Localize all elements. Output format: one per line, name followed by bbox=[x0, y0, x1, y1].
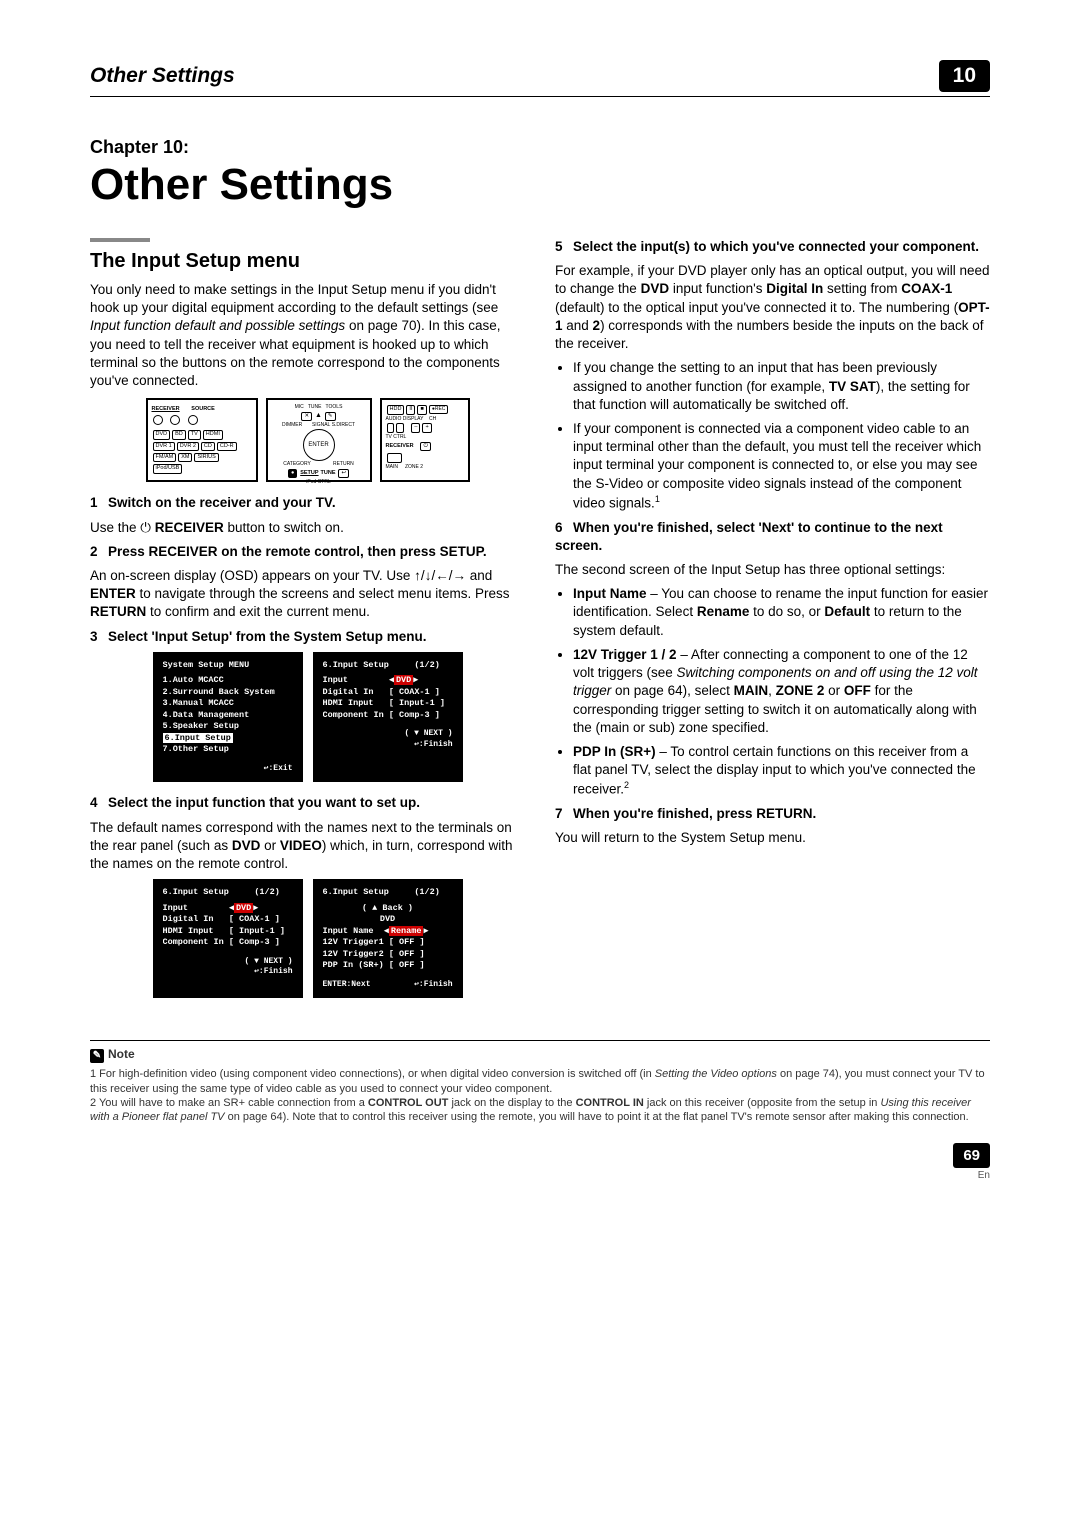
remote-panel-left: RECEIVER SOURCE DVDBDTVHDMI DVR 1DVR 2CD… bbox=[146, 398, 258, 482]
step-1: 1Switch on the receiver and your TV. bbox=[90, 494, 525, 512]
step-7-body: You will return to the System Setup menu… bbox=[555, 829, 990, 847]
osd-input-setup-b: 6.Input Setup (1/2) Input ◀DVD▶ Digital … bbox=[153, 879, 303, 998]
bullet-12v-trigger: 12V Trigger 1 / 2 – After connecting a c… bbox=[573, 646, 990, 737]
step-1-body: Use the ⏻ RECEIVER button to switch on. bbox=[90, 519, 525, 537]
page-language: En bbox=[90, 1170, 990, 1181]
standby-icon bbox=[188, 415, 198, 425]
bullet-pdp-in: PDP In (SR+) – To control certain functi… bbox=[573, 743, 990, 799]
left-column: The Input Setup menu You only need to ma… bbox=[90, 238, 525, 1010]
step-2: 2Press RECEIVER on the remote control, t… bbox=[90, 543, 525, 561]
footnote-2: 2 You will have to make an SR+ cable con… bbox=[90, 1096, 990, 1125]
step-4-body: The default names correspond with the na… bbox=[90, 819, 525, 874]
chapter-number-badge: 10 bbox=[939, 60, 990, 92]
running-title: Other Settings bbox=[90, 64, 235, 88]
chapter-label: Chapter 10: bbox=[90, 137, 990, 158]
osd-system-setup: System Setup MENU 1.Auto MCACC 2.Surroun… bbox=[153, 652, 303, 783]
bullet-component-cable: If your component is connected via a com… bbox=[573, 420, 990, 513]
power-icon bbox=[153, 415, 163, 425]
section-title: The Input Setup menu bbox=[90, 248, 525, 275]
remote-panel-center: MIC TUNE TOOLS ✕ ▲ ✎ DIMMER SIGNAL S.DIR… bbox=[266, 398, 372, 482]
intro-paragraph: You only need to make settings in the In… bbox=[90, 281, 525, 390]
step-6: 6When you're finished, select 'Next' to … bbox=[555, 519, 990, 555]
step-6-body: The second screen of the Input Setup has… bbox=[555, 561, 990, 579]
footnote-1: 1 For high-definition video (using compo… bbox=[90, 1067, 990, 1096]
step-5: 5Select the input(s) to which you've con… bbox=[555, 238, 990, 256]
bullet-input-name: Input Name – You can choose to rename th… bbox=[573, 585, 990, 640]
chapter-title: Other Settings bbox=[90, 160, 990, 210]
remote-diagram: RECEIVER SOURCE DVDBDTVHDMI DVR 1DVR 2CD… bbox=[90, 398, 525, 482]
footnotes: ✎Note 1 For high-definition video (using… bbox=[90, 1040, 990, 1124]
right-column: 5Select the input(s) to which you've con… bbox=[555, 238, 990, 1010]
enter-wheel: ENTER bbox=[303, 429, 335, 461]
step-5-body: For example, if your DVD player only has… bbox=[555, 262, 990, 353]
step-3: 3Select 'Input Setup' from the System Se… bbox=[90, 628, 525, 646]
bullet-reassign: If you change the setting to an input th… bbox=[573, 359, 990, 414]
note-icon: ✎ bbox=[90, 1049, 104, 1063]
page-number-badge: 69 bbox=[953, 1143, 990, 1168]
step-4: 4Select the input function that you want… bbox=[90, 794, 525, 812]
step-2-body: An on-screen display (OSD) appears on yo… bbox=[90, 567, 525, 622]
remote-panel-right: HDDII■●REC AUDIO DISPLAY CH –+ TV CTRL R… bbox=[380, 398, 470, 482]
header-rule bbox=[90, 96, 990, 97]
osd-input-setup-c: 6.Input Setup (1/2) ( ▲ Back ) DVD Input… bbox=[313, 879, 463, 998]
section-accent-bar bbox=[90, 238, 150, 242]
osd-input-setup-a: 6.Input Setup (1/2) Input ◀DVD▶ Digital … bbox=[313, 652, 463, 783]
step-7: 7When you're finished, press RETURN. bbox=[555, 805, 990, 823]
